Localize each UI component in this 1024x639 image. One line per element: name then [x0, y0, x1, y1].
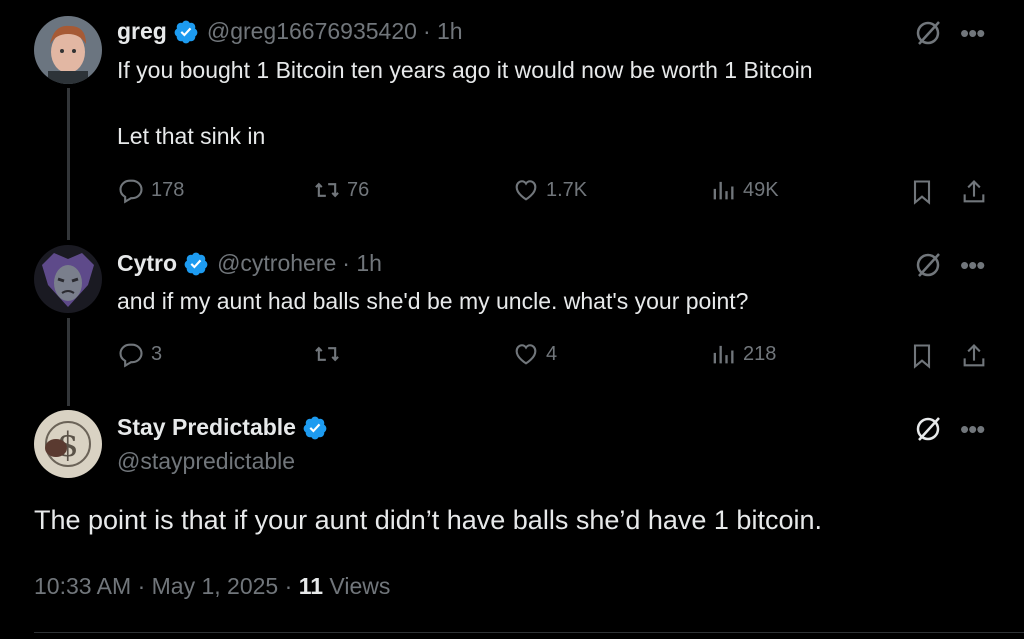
tweet1-views-count: 49K	[743, 178, 779, 201]
reply-icon	[119, 179, 143, 204]
share-icon[interactable]	[960, 178, 988, 206]
main-views-count: 11	[298, 573, 324, 599]
verified-badge-icon	[174, 20, 198, 43]
more-icon[interactable]: •••	[960, 416, 985, 442]
grok-icon[interactable]	[913, 414, 943, 444]
tweet2-views-count: 218	[743, 342, 777, 365]
tweet1-reply-button[interactable]: 178	[117, 176, 184, 204]
more-icon[interactable]: •••	[960, 20, 985, 46]
grok-icon[interactable]	[913, 250, 943, 280]
tweet2-like-count: 4	[546, 342, 558, 365]
thread-line	[67, 88, 70, 240]
tweet1-repost-button[interactable]: 76	[313, 176, 369, 204]
main-time[interactable]: 10:33 AM	[34, 573, 131, 599]
main-views-label: Views	[329, 573, 391, 599]
main-author-name[interactable]: Stay Predictable	[117, 414, 296, 441]
tweet1-like-count: 1.7K	[546, 178, 588, 201]
tweet1-text-line2: Let that sink in	[117, 123, 266, 149]
main-header: Stay Predictable	[117, 414, 336, 441]
bookmark-icon[interactable]	[908, 342, 936, 370]
thread-line	[67, 318, 70, 406]
bookmark-icon[interactable]	[908, 178, 936, 206]
main-tweet-meta: 10:33 AM · May 1, 2025 · 11 Views	[34, 573, 391, 599]
repost-icon	[315, 182, 339, 198]
avatar-stay-predictable[interactable]: $	[34, 410, 102, 478]
tweet2-handle[interactable]: @cytrohere	[217, 250, 336, 277]
tweet1-header: greg @greg16676935420 · 1h	[117, 18, 463, 45]
tweet2-reply-count: 3	[151, 342, 163, 365]
more-icon[interactable]: •••	[960, 252, 985, 278]
tweet1-views-button[interactable]: 49K	[709, 176, 779, 204]
tweet2-author-name[interactable]: Cytro	[117, 250, 177, 277]
tweet2-repost-button[interactable]	[313, 340, 347, 368]
tweet2-time[interactable]: · 1h	[342, 250, 382, 277]
tweet2-views-button[interactable]: 218	[709, 340, 776, 368]
reply-icon	[119, 343, 143, 368]
views-icon	[713, 345, 734, 364]
tweet1-text-line1: If you bought 1 Bitcoin ten years ago it…	[117, 57, 813, 83]
views-icon	[713, 181, 734, 200]
verified-badge-icon	[303, 416, 327, 439]
tweet1-like-button[interactable]: 1.7K	[512, 176, 587, 204]
like-icon	[515, 344, 537, 365]
verified-badge-icon	[184, 252, 208, 275]
tweet2-text: and if my aunt had balls she'd be my unc…	[117, 288, 749, 314]
tweet1-repost-count: 76	[347, 178, 370, 201]
share-icon[interactable]	[960, 342, 988, 370]
main-handle[interactable]: @staypredictable	[117, 448, 295, 475]
tweet2-header: Cytro @cytrohere · 1h	[117, 250, 382, 277]
tweet1-handle[interactable]: @greg16676935420	[207, 18, 417, 45]
like-icon	[515, 180, 537, 201]
tweet1-reply-count: 178	[151, 178, 185, 201]
avatar-cytro[interactable]	[34, 245, 102, 313]
tweet1-time[interactable]: · 1h	[423, 18, 463, 45]
grok-icon[interactable]	[913, 18, 943, 48]
main-tweet-text: The point is that if your aunt didn’t ha…	[34, 505, 822, 535]
repost-icon	[315, 346, 339, 362]
divider	[34, 632, 1024, 633]
tweet1-author-name[interactable]: greg	[117, 18, 167, 45]
tweet2-like-button[interactable]: 4	[512, 340, 557, 368]
tweet2-reply-button[interactable]: 3	[117, 340, 162, 368]
avatar-greg[interactable]	[34, 16, 102, 84]
main-date[interactable]: May 1, 2025	[152, 573, 279, 599]
